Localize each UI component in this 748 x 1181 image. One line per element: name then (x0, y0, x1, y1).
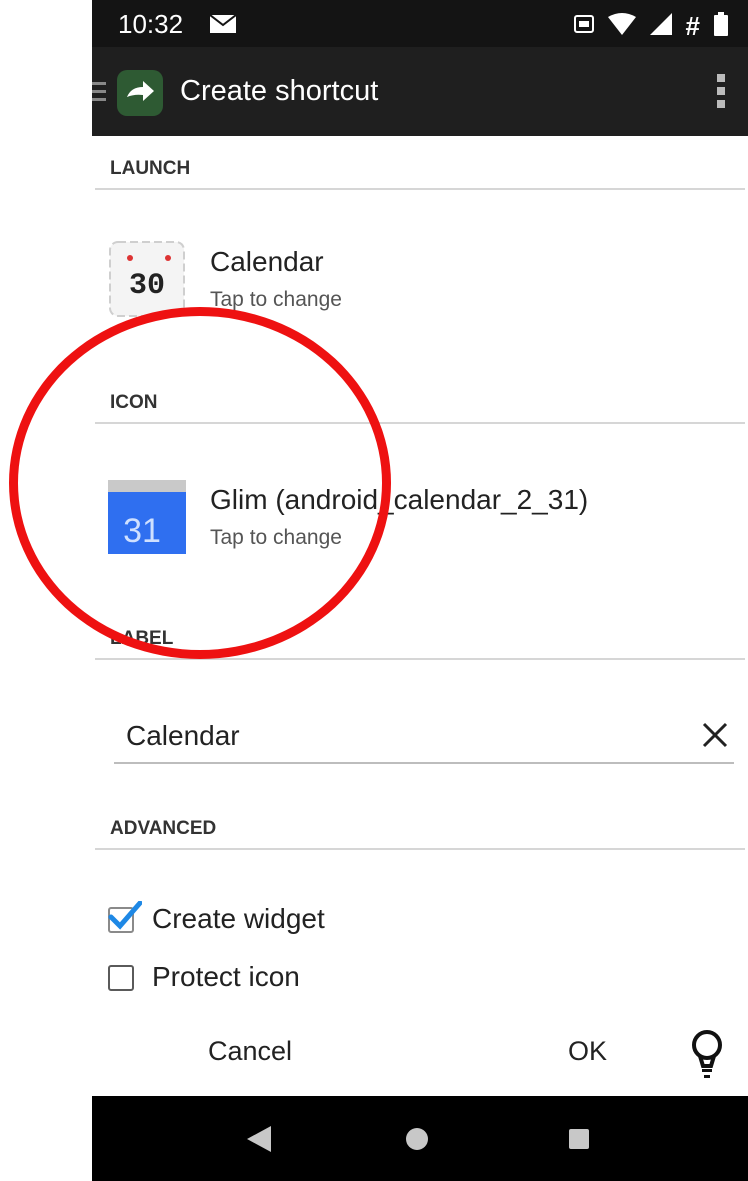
page-title: Create shortcut (180, 75, 379, 107)
signal-icon (649, 13, 672, 40)
menu-handle-icon[interactable] (92, 81, 106, 108)
launch-title: Calendar (210, 246, 324, 277)
wifi-icon (607, 13, 636, 40)
label-field-value[interactable]: Calendar (126, 720, 240, 752)
vpn-hash-icon: # (685, 11, 700, 41)
protect-icon-checkbox[interactable] (108, 965, 134, 991)
section-header-icon: ICON (95, 392, 745, 424)
recents-icon[interactable] (569, 1129, 589, 1149)
app-bar: Create shortcut (92, 47, 748, 136)
section-header-launch: LAUNCH (95, 158, 745, 190)
app-logo (117, 70, 163, 116)
section-header-label: LABEL (95, 628, 745, 660)
ok-button[interactable]: OK (568, 1036, 607, 1067)
checkmark-icon (108, 901, 142, 930)
mail-icon (209, 14, 237, 38)
icon-subtitle: Tap to change (210, 526, 342, 549)
overflow-menu-icon[interactable] (716, 72, 726, 115)
phone-screen: 10:32 # Create shortcut LAUNCH 30 Calend… (92, 0, 748, 1181)
section-header-advanced: ADVANCED (95, 818, 745, 850)
cast-icon (573, 15, 594, 38)
battery-icon (714, 12, 728, 41)
glim-calendar-icon: 31 (104, 474, 190, 560)
cancel-button[interactable]: Cancel (208, 1036, 292, 1067)
clear-icon[interactable] (702, 722, 728, 753)
label-field[interactable]: Calendar (114, 712, 734, 764)
calendar-app-icon: 30 (104, 236, 190, 322)
glim-icon-number: 31 (123, 512, 161, 550)
icon-title: Glim (android_calendar_2_31) (210, 484, 589, 515)
lightbulb-icon[interactable] (690, 1028, 724, 1085)
launch-row[interactable]: 30 Calendar Tap to change (104, 236, 704, 322)
calendar-icon-number: 30 (129, 269, 165, 303)
status-time: 10:32 (118, 9, 184, 39)
back-icon[interactable] (247, 1126, 271, 1157)
icon-row[interactable]: 31 Glim (android_calendar_2_31) Tap to c… (104, 474, 704, 560)
protect-icon-label: Protect icon (152, 961, 300, 992)
navigation-bar (92, 1096, 748, 1181)
home-icon[interactable] (406, 1128, 428, 1150)
status-icons: # (573, 11, 728, 42)
status-bar: 10:32 # (92, 0, 748, 47)
create-widget-label: Create widget (152, 903, 325, 934)
arrow-right-icon (127, 81, 154, 101)
launch-subtitle: Tap to change (210, 288, 342, 311)
create-widget-checkbox[interactable] (108, 901, 142, 933)
create-widget-option[interactable]: Create widget (108, 901, 508, 942)
protect-icon-option[interactable]: Protect icon (108, 960, 508, 1000)
